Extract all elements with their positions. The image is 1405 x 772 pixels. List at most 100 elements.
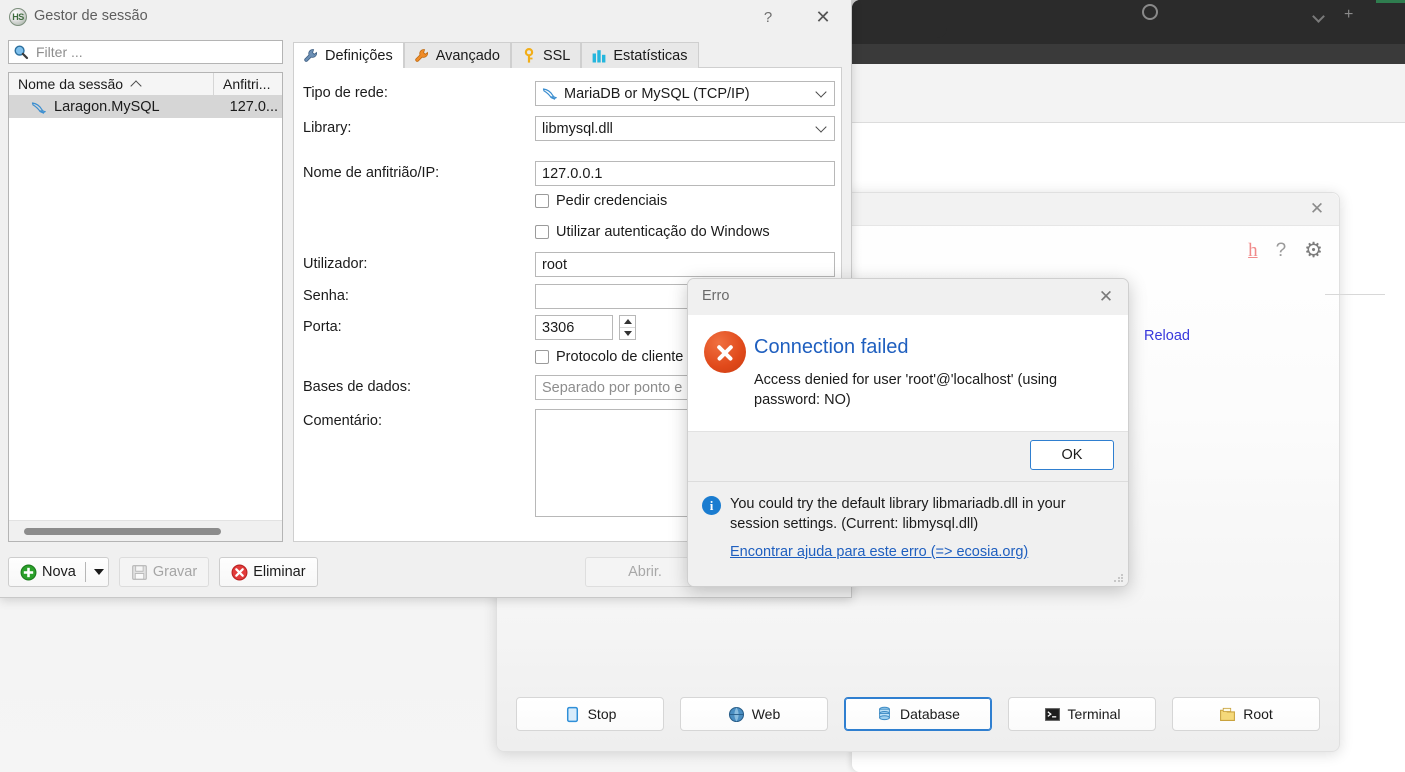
filter-box[interactable] [8, 40, 283, 64]
library-value: libmysql.dll [542, 120, 613, 137]
label-library: Library: [303, 120, 352, 136]
heidisql-app-icon: HS [9, 8, 27, 26]
plus-green-icon [20, 564, 37, 580]
help-icon[interactable]: ? [1276, 240, 1287, 262]
session-tree-header: Nome da sessão Anfitri... [9, 73, 282, 96]
reload-link[interactable]: Reload [1144, 328, 1190, 344]
session-tree: Nome da sessão Anfitri... Laragon.MySQL [8, 72, 283, 542]
browser-toolbar [852, 44, 1405, 64]
globe-icon [728, 706, 744, 722]
library-select[interactable]: libmysql.dll [535, 116, 835, 141]
divider [1325, 294, 1385, 295]
info-icon: i [702, 496, 721, 515]
gear-icon[interactable]: ⚙ [1304, 238, 1323, 263]
column-header-host-label: Anfitri... [223, 76, 271, 92]
network-type-combo-wrap: MariaDB or MySQL (TCP/IP) [535, 81, 835, 106]
delete-session-button[interactable]: Eliminar [219, 557, 318, 587]
client-protocol-checkbox[interactable]: Protocolo de cliente [535, 349, 683, 365]
error-dialog-footer: i You could try the default library libm… [688, 481, 1128, 586]
browser-tab-1[interactable] [852, 0, 947, 38]
laragon-h-icon[interactable]: h [1248, 240, 1258, 262]
dolphin-icon [542, 88, 557, 100]
error-message: Access denied for user 'root'@'localhost… [754, 372, 1058, 408]
root-button[interactable]: Root [1172, 697, 1320, 731]
dolphin-icon [31, 101, 46, 114]
session-host-cell: 127.0... [229, 99, 278, 115]
session-manager-titlebar: HS Gestor de sessão ? ✕ [0, 0, 851, 33]
column-header-host[interactable]: Anfitri... [214, 73, 282, 95]
windows-auth-checkbox[interactable]: Utilizar autenticação do Windows [535, 224, 770, 240]
split-divider [84, 562, 86, 582]
tab-definicoes-label: Definições [325, 47, 393, 64]
user-input[interactable] [535, 252, 835, 277]
checkbox-box[interactable] [535, 350, 549, 364]
tab-ssl[interactable]: SSL [510, 42, 582, 68]
close-icon[interactable]: ✕ [808, 5, 838, 29]
terminal-icon [1044, 707, 1060, 721]
browser-profile-icon[interactable] [1142, 4, 1158, 20]
windows-auth-label: Utilizar autenticação do Windows [556, 224, 770, 240]
close-icon[interactable]: ✕ [1305, 198, 1329, 220]
chevron-down-icon[interactable] [1312, 10, 1325, 23]
terminal-button[interactable]: Terminal [1008, 697, 1156, 731]
session-actions: Nova Gravar Eliminar [8, 557, 318, 587]
user-field-wrap [535, 252, 835, 277]
save-session-button[interactable]: Gravar [118, 557, 210, 587]
horizontal-scrollbar[interactable] [9, 520, 282, 541]
resize-grip[interactable] [1114, 573, 1124, 583]
chevron-down-icon[interactable] [815, 121, 827, 133]
tab-estatisticas[interactable]: Estatísticas [581, 42, 699, 68]
column-header-session-name[interactable]: Nome da sessão [9, 73, 214, 95]
error-dialog-body: Connection failed Access denied for user… [688, 315, 1128, 431]
stop-icon [566, 706, 578, 722]
error-dialog: Erro ✕ Connection failed Access denied f… [687, 278, 1129, 587]
key-icon [524, 47, 534, 63]
help-icon[interactable]: ? [755, 7, 781, 29]
scrollbar-thumb[interactable] [24, 528, 221, 535]
port-increment-button[interactable] [620, 316, 635, 328]
database-button[interactable]: Database [844, 697, 992, 731]
new-tab-icon[interactable]: + [1344, 6, 1353, 24]
checkbox-box[interactable] [535, 225, 549, 239]
chevron-down-icon[interactable] [93, 569, 104, 575]
tab-active-indicator [1376, 0, 1405, 3]
database-icon [879, 706, 890, 720]
tab-definicoes[interactable]: Definições [293, 42, 404, 68]
new-session-label: Nova [42, 564, 76, 580]
error-heading: Connection failed [754, 336, 909, 358]
stop-button[interactable]: Stop [516, 697, 664, 731]
column-header-session-name-label: Nome da sessão [18, 76, 124, 92]
port-spinner-buttons [619, 315, 636, 340]
network-type-select[interactable]: MariaDB or MySQL (TCP/IP) [535, 81, 835, 106]
chevron-down-icon[interactable] [815, 86, 827, 98]
ok-button[interactable]: OK [1030, 440, 1114, 470]
error-help-link[interactable]: Encontrar ajuda para este erro (=> ecosi… [730, 544, 1028, 560]
hostname-field-wrap [535, 161, 835, 186]
browser-tab-2[interactable] [975, 0, 1135, 38]
label-databases: Bases de dados: [303, 379, 412, 395]
info-icon-text: i [709, 498, 714, 513]
app-icon-text: HS [12, 12, 24, 22]
tab-avancado[interactable]: Avançado [403, 42, 511, 68]
checkbox-box[interactable] [535, 194, 549, 208]
session-name-label: Laragon.MySQL [54, 99, 160, 115]
hostname-input[interactable] [535, 161, 835, 186]
ask-credentials-checkbox[interactable]: Pedir credenciais [535, 193, 667, 209]
new-session-button[interactable]: Nova [8, 557, 109, 587]
label-network-type: Tipo de rede: [303, 85, 388, 101]
label-password: Senha: [303, 288, 349, 304]
ask-credentials-wrap: Pedir credenciais [535, 193, 667, 209]
port-input[interactable] [535, 315, 613, 340]
port-stepper [535, 315, 636, 340]
port-decrement-button[interactable] [620, 328, 635, 339]
library-combo-wrap: libmysql.dll [535, 116, 835, 141]
close-icon[interactable]: ✕ [1092, 285, 1120, 309]
web-button-label: Web [751, 706, 781, 722]
table-row[interactable]: Laragon.MySQL 127.0... [9, 96, 282, 118]
settings-tabs: Definições Avançado SSL Estatísticas [293, 42, 842, 68]
search-input[interactable] [34, 43, 282, 61]
stop-button-label: Stop [587, 706, 617, 722]
chevron-down-icon [623, 331, 632, 336]
error-dialog-button-bar: OK [688, 431, 1128, 481]
web-button[interactable]: Web [680, 697, 828, 731]
